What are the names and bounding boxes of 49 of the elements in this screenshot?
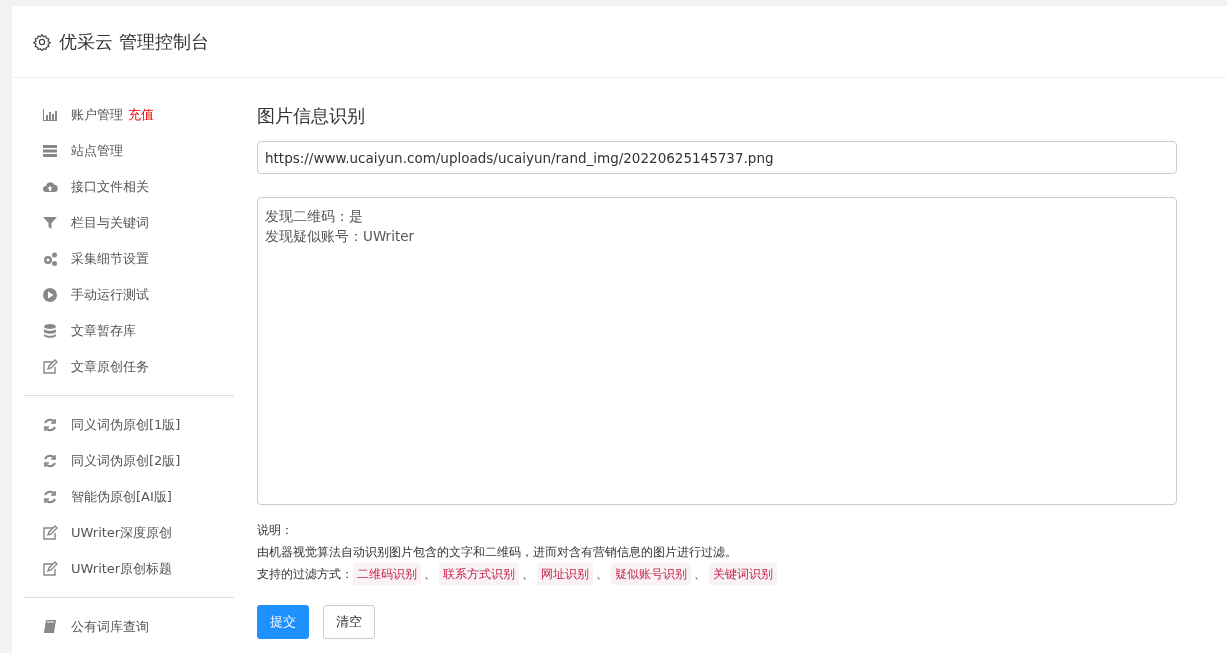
sidebar-item[interactable]: UWriter原创标题 [24,551,234,587]
bar-chart-icon [42,107,58,123]
gear-icon [33,32,51,51]
recharge-link[interactable]: 充值 [128,106,154,124]
refresh-icon [42,417,58,433]
gears-icon [42,251,58,267]
sidebar-item[interactable]: 采集细节设置 [24,241,234,277]
result-line: 发现二维码：是 [265,207,364,226]
filter-tag: 二维码识别 [353,563,421,585]
edit-icon [42,561,58,577]
refresh-icon [42,489,58,505]
sidebar-item[interactable]: UWriter深度原创 [24,515,234,551]
sidebar-item[interactable]: 接口文件相关 [24,169,234,205]
separator: 、 [522,566,534,583]
sidebar-item[interactable]: 公有词库查询 [24,609,234,645]
play-icon [42,287,58,303]
cloud-upload-icon [42,179,58,195]
sidebar-item[interactable]: 同义词伪原创[1版] [24,407,234,443]
sidebar-item[interactable]: 同义词伪原创[2版] [24,443,234,479]
header-title: 优采云 管理控制台 [59,29,209,54]
database-icon [42,323,58,339]
filter-tag: 联系方式识别 [439,563,519,585]
book-icon [42,619,58,635]
clear-button[interactable]: 清空 [323,605,375,639]
sidebar-item[interactable]: 账户管理 充值 [24,97,234,133]
sidebar-item[interactable]: 栏目与关键词 [24,205,234,241]
result-line: 发现疑似账号：UWriter [265,227,416,246]
filter-tag: 疑似账号识别 [611,563,691,585]
refresh-icon [42,453,58,469]
sidebar-item[interactable]: 文章原创任务 [24,349,234,385]
filter-tag: 关键词识别 [709,563,777,585]
separator: 、 [424,566,436,583]
result-box[interactable]: 发现二维码：是 发现疑似账号：UWriter [257,197,1177,505]
filter-tag: 网址识别 [537,563,593,585]
sidebar-item[interactable]: 智能伪原创[AI版] [24,479,234,515]
server-icon [42,143,58,159]
filters-label: 支持的过滤方式： [257,566,353,583]
sidebar-item[interactable]: 站点管理 [24,133,234,169]
filter-icon [42,215,58,231]
separator: 、 [694,566,706,583]
note-text: 由机器视觉算法自动识别图片包含的文字和二维码，进而对含有营销信息的图片进行过滤。 [257,544,738,561]
sidebar-item[interactable]: 文章暂存库 [24,313,234,349]
separator: 、 [596,566,608,583]
sidebar-item[interactable]: 手动运行测试 [24,277,234,313]
section-title: 图片信息识别 [257,104,366,128]
note-label: 说明： [257,522,294,539]
edit-icon [42,525,58,541]
url-field[interactable]: https://www.ucaiyun.com/uploads/ucaiyun/rand_img/20220625145737.png [257,141,1177,174]
edit-icon [42,359,58,375]
